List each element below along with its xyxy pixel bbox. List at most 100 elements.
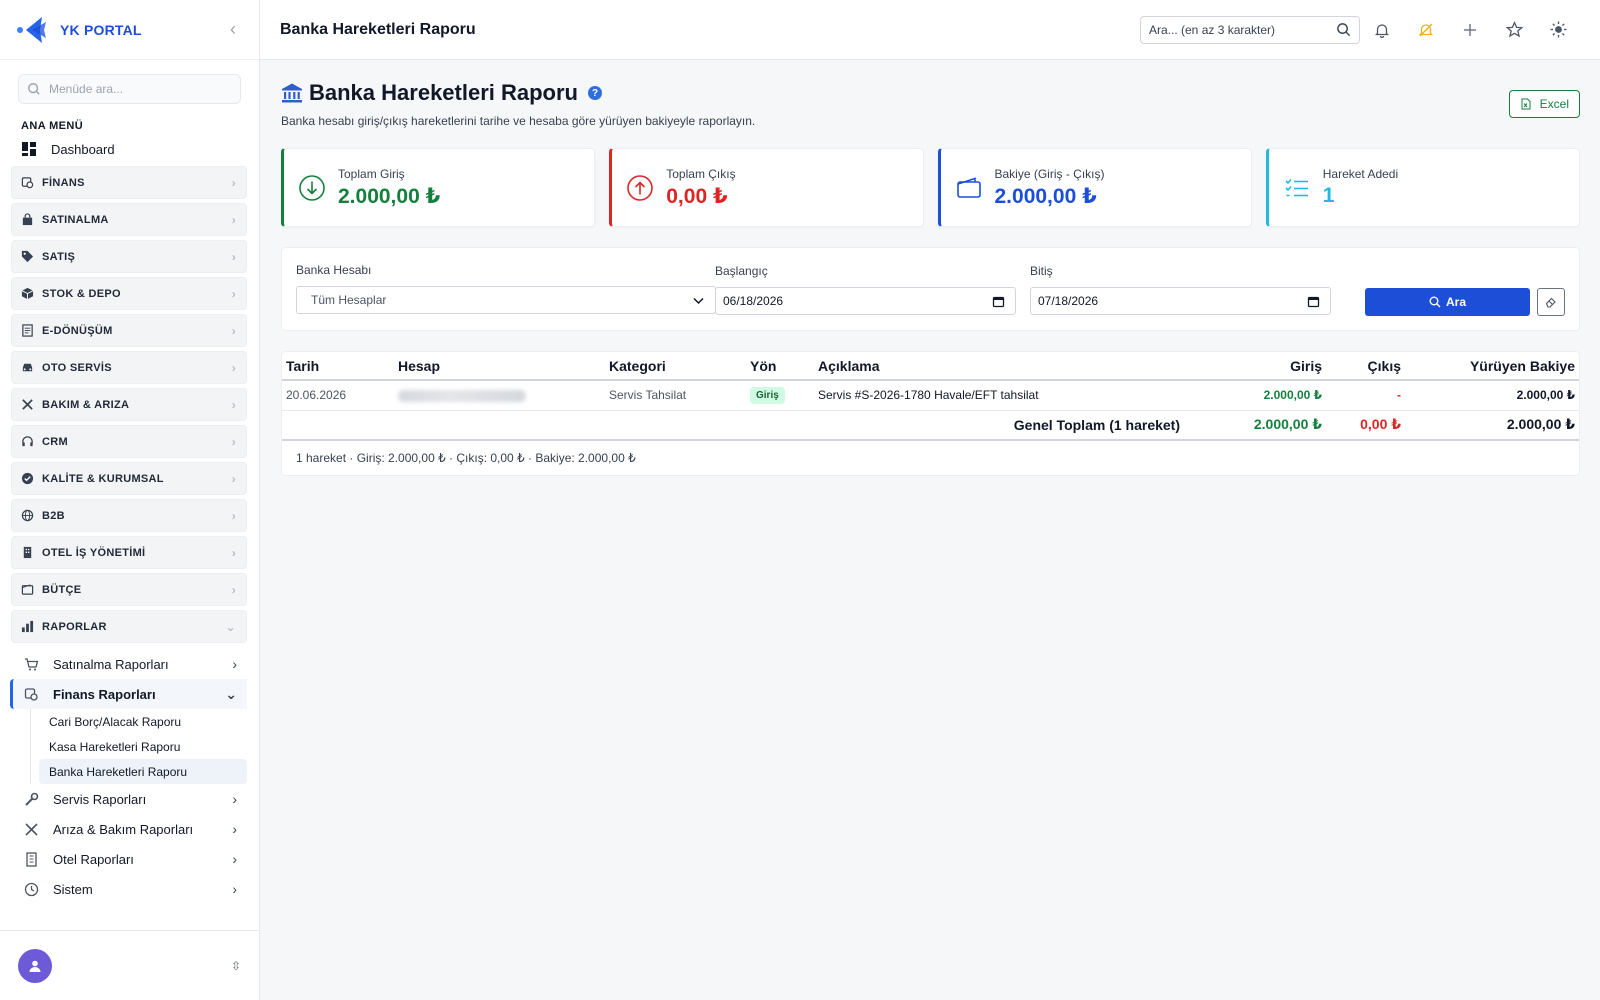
document-icon — [22, 324, 33, 337]
chevron-right-icon: › — [231, 360, 236, 375]
page-description: Banka hesabı giriş/çıkış hareketlerini t… — [281, 114, 756, 128]
column-header-category[interactable]: Kategori — [605, 352, 746, 381]
sidebar-item-finans-raporlari[interactable]: Finans Raporları ⌄ — [10, 679, 247, 709]
collapse-sidebar-icon[interactable]: ‹ — [223, 19, 243, 40]
page-title: Banka Hareketleri Raporu ? — [281, 80, 1580, 106]
cell-category: Servis Tahsilat — [605, 380, 746, 411]
column-header-description[interactable]: Açıklama — [814, 352, 1184, 381]
user-menu[interactable]: ⇳ — [0, 930, 259, 1000]
bank-account-select[interactable]: Tüm Hesaplar — [296, 286, 716, 314]
sidebar-group-raporlar[interactable]: RAPORLAR ⌄ — [11, 610, 247, 643]
column-header-balance[interactable]: Yürüyen Bakiye — [1405, 352, 1579, 381]
sidebar-group-satis[interactable]: SATIŞ › — [11, 240, 247, 273]
column-header-account[interactable]: Hesap — [394, 352, 605, 381]
column-header-in[interactable]: Giriş — [1184, 352, 1326, 381]
chevron-updown-icon[interactable]: ⇳ — [231, 959, 241, 973]
start-date-value: 06/18/2026 — [723, 294, 784, 308]
chevron-right-icon: › — [231, 212, 236, 227]
list-check-icon — [1285, 178, 1308, 196]
chevron-right-icon: › — [232, 881, 237, 897]
sidebar-item-sistem[interactable]: Sistem › — [0, 874, 259, 904]
bag-icon — [22, 213, 33, 226]
sidebar-group-otel[interactable]: OTEL İŞ YÖNETİMİ › — [11, 536, 247, 569]
building-icon — [23, 546, 32, 559]
stat-card-balance: Bakiye (Giriş - Çıkış) 2.000,00 ₺ — [937, 148, 1252, 227]
sidebar-item-label: Servis Raporları — [53, 791, 147, 807]
chevron-down-icon: ⌄ — [225, 685, 237, 702]
summary-cards: Toplam Giriş 2.000,00 ₺ Toplam Çıkış 0,0… — [281, 148, 1580, 227]
sidebar-group-oto-servis[interactable]: OTO SERVİS › — [11, 351, 247, 384]
total-in: 2.000,00 ₺ — [1184, 410, 1326, 441]
sidebar-group-label: SATINALMA — [42, 213, 109, 226]
excel-export-button[interactable]: Excel — [1508, 90, 1580, 118]
stat-card-total-out: Toplam Çıkış 0,00 ₺ — [609, 148, 924, 227]
sidebar-group-stok-depo[interactable]: STOK & DEPO › — [11, 277, 247, 310]
clear-filters-button[interactable] — [1537, 288, 1565, 316]
sidebar-item-dashboard[interactable]: Dashboard — [0, 136, 259, 162]
wallet-icon — [21, 584, 34, 595]
calendar-icon — [1307, 296, 1320, 307]
start-date-input[interactable]: 06/18/2026 — [715, 287, 1016, 315]
notifications-button[interactable] — [1360, 22, 1404, 38]
help-icon[interactable]: ? — [588, 86, 602, 100]
top-bar: Banka Hareketleri Raporu Ara... (en az 3… — [260, 0, 1600, 60]
sidebar-group-label: FİNANS — [42, 176, 85, 189]
sidebar-item-ariza-bakim-raporlari[interactable]: Arıza & Bakım Raporları › — [0, 814, 259, 844]
filter-label: Banka Hesabı — [296, 263, 372, 277]
sidebar-group-e-donusum[interactable]: E-DÖNÜŞÜM › — [11, 314, 247, 347]
sidebar-item-satinalma-raporlari[interactable]: Satınalma Raporları › — [0, 649, 259, 679]
logo-icon — [16, 13, 50, 47]
sidebar-group-label: SATIŞ — [42, 250, 76, 263]
sidebar-group-bakim-ariza[interactable]: BAKIM & ARIZA › — [11, 388, 247, 421]
table-total-row: Genel Toplam (1 hareket) 2.000,00 ₺ 0,00… — [282, 410, 1579, 441]
main-content: Banka Hareketleri Raporu ? Banka hesabı … — [281, 60, 1580, 476]
finance-icon — [21, 177, 34, 189]
sidebar-item-servis-raporlari[interactable]: Servis Raporları › — [0, 784, 259, 814]
arrow-down-circle-icon — [299, 174, 325, 201]
global-search-input[interactable]: Ara... (en az 3 karakter) — [1140, 15, 1360, 44]
column-header-date[interactable]: Tarih — [282, 352, 394, 381]
cell-direction: Giriş — [746, 380, 814, 411]
sidebar-leaf-banka-hareketleri[interactable]: Banka Hareketleri Raporu — [39, 759, 247, 784]
mute-notifications-button[interactable] — [1404, 22, 1448, 38]
column-header-out[interactable]: Çıkış — [1326, 352, 1405, 381]
sidebar-group-b2b[interactable]: B2B › — [11, 499, 247, 532]
report-table: Tarih Hesap Kategori Yön Açıklama Giriş … — [281, 351, 1580, 476]
cell-account — [394, 380, 605, 411]
sidebar-group-label: BÜTÇE — [42, 583, 82, 596]
sidebar-group-finans[interactable]: FİNANS › — [11, 166, 247, 199]
sidebar-leaf-cari-borc-alacak[interactable]: Cari Borç/Alacak Raporu — [39, 709, 247, 734]
sidebar-item-label: Finans Raporları — [53, 686, 156, 702]
total-out: 0,00 ₺ — [1326, 410, 1405, 441]
chevron-right-icon: › — [231, 545, 236, 560]
bank-icon — [282, 83, 302, 103]
sidebar-group-satinalma[interactable]: SATINALMA › — [11, 203, 247, 236]
sidebar-group-label: BAKIM & ARIZA — [42, 398, 130, 411]
search-button[interactable]: Ara — [1365, 288, 1530, 316]
sidebar-leaf-kasa-hareketleri[interactable]: Kasa Hareketleri Raporu — [39, 734, 247, 759]
column-header-direction[interactable]: Yön — [746, 352, 814, 381]
menu-search-placeholder: Menüde ara... — [49, 82, 124, 96]
excel-export-label: Excel — [1539, 97, 1569, 111]
theme-toggle-button[interactable] — [1536, 21, 1580, 38]
avatar[interactable] — [18, 948, 52, 983]
sidebar-item-otel-raporlari[interactable]: Otel Raporları › — [0, 844, 259, 874]
add-button[interactable] — [1448, 23, 1492, 37]
end-date-input[interactable]: 07/18/2026 — [1030, 287, 1331, 315]
sidebar-group-label: KALİTE & KURUMSAL — [42, 472, 164, 485]
building-icon — [26, 851, 37, 867]
sidebar-group-kalite-kurumsal[interactable]: KALİTE & KURUMSAL › — [11, 462, 247, 495]
globe-icon — [21, 509, 34, 522]
sidebar-group-crm[interactable]: CRM › — [11, 425, 247, 458]
table-row: 20.06.2026 Servis Tahsilat Giriş Servis … — [282, 380, 1579, 411]
favorites-button[interactable] — [1492, 21, 1536, 38]
sidebar-group-label: OTO SERVİS — [42, 361, 112, 374]
stat-value: 0,00 ₺ — [666, 184, 728, 208]
box-icon — [21, 287, 34, 300]
menu-search-input[interactable]: Menüde ara... — [18, 74, 241, 104]
tag-icon — [21, 250, 34, 263]
chevron-right-icon: › — [231, 323, 236, 338]
chevron-right-icon: › — [231, 582, 236, 597]
sidebar-group-butce[interactable]: BÜTÇE › — [11, 573, 247, 606]
chevron-right-icon: › — [232, 821, 237, 837]
